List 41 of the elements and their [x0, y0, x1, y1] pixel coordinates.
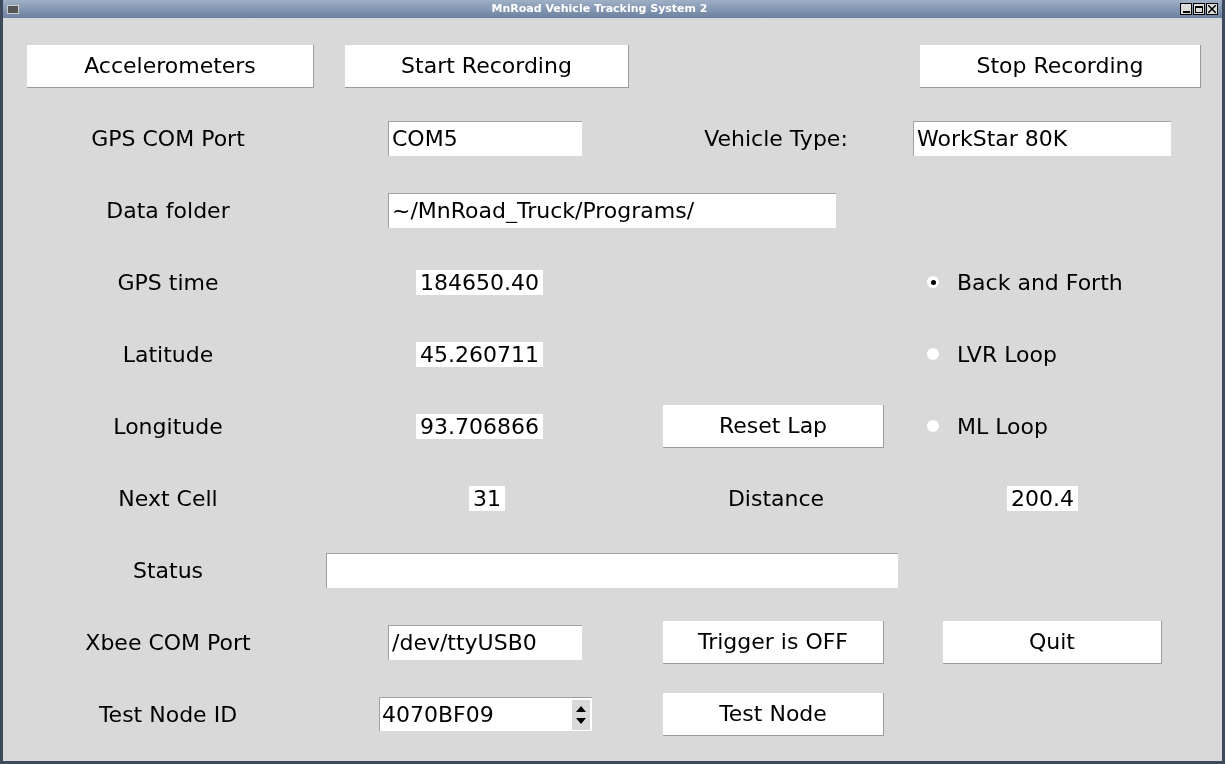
xbee-com-port-field[interactable]: /dev/ttyUSB0	[388, 624, 582, 660]
spinner-arrows-icon[interactable]	[572, 699, 590, 730]
field-label: GPS COM Port	[91, 124, 245, 153]
value-display: 184650.40	[416, 269, 543, 295]
minimize-icon[interactable]	[1180, 3, 1192, 15]
field-label: Longitude	[113, 412, 223, 441]
field-label: Data folder	[106, 196, 230, 225]
radio-label: ML Loop	[957, 412, 1048, 441]
value-display: 200.4	[1007, 485, 1078, 511]
trigger-button[interactable]: Trigger is OFF	[663, 620, 884, 664]
field-label: GPS time	[117, 268, 219, 297]
gps-com-port-field[interactable]: COM5	[388, 120, 582, 156]
radio-label: LVR Loop	[957, 340, 1057, 369]
start-recording-button[interactable]: Start Recording	[345, 44, 629, 88]
radio-button[interactable]	[927, 348, 939, 360]
field-label: Status	[132, 556, 204, 585]
stop-recording-button[interactable]: Stop Recording	[920, 44, 1201, 88]
field-label: Distance	[727, 484, 825, 513]
close-icon[interactable]	[1206, 3, 1218, 15]
field-label: Xbee COM Port	[85, 628, 251, 657]
window-title: MnRoad Vehicle Tracking System 2	[491, 0, 708, 17]
value-display: 31	[469, 485, 505, 511]
radio-button[interactable]	[927, 420, 939, 432]
quit-button[interactable]: Quit	[943, 620, 1162, 664]
accelerometers-button[interactable]: Accelerometers	[27, 44, 314, 88]
window-menu-icon[interactable]	[7, 4, 19, 14]
radio-label: Back and Forth	[957, 268, 1123, 297]
vehicle-type-field[interactable]: WorkStar 80K	[913, 120, 1171, 156]
node-id-spinbox[interactable]: 4070BF09	[379, 697, 592, 731]
value-display: 45.260711	[416, 341, 543, 367]
field-label: Test Node ID	[98, 700, 238, 729]
reset-lap-button[interactable]: Reset Lap	[663, 404, 884, 448]
data-folder-field[interactable]: ~/MnRoad_Truck/Programs/	[388, 192, 836, 228]
field-label: Latitude	[122, 340, 214, 369]
maximize-icon[interactable]	[1193, 3, 1205, 15]
value-display: 93.706866	[416, 413, 543, 439]
field-label: Next Cell	[118, 484, 218, 513]
field-label: Vehicle Type:	[704, 124, 848, 153]
radio-button[interactable]	[927, 276, 939, 288]
status-field[interactable]	[326, 552, 898, 588]
test-node-button[interactable]: Test Node	[663, 692, 884, 736]
